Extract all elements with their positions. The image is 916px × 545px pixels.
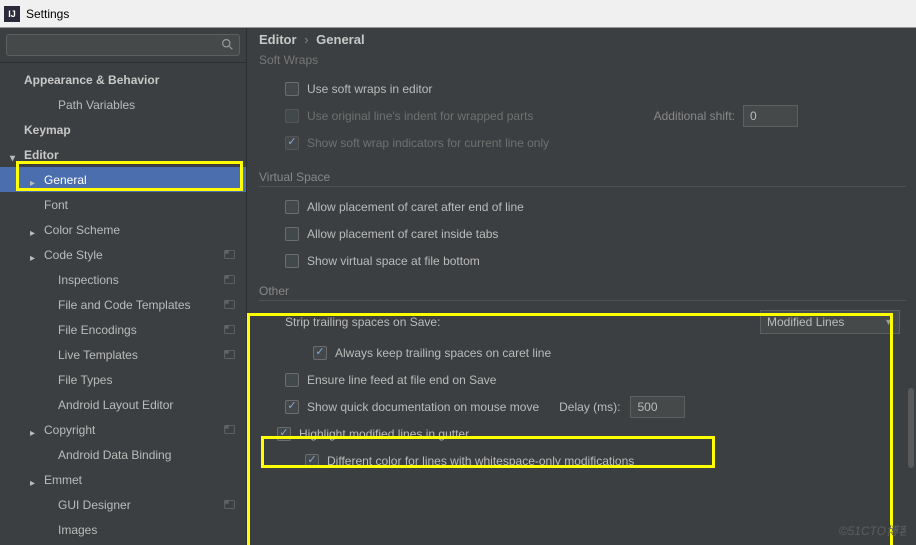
checkbox-icon[interactable] [313, 346, 327, 360]
sidebar-item-label: Appearance & Behavior [24, 73, 246, 87]
additional-shift-label: Additional shift: [654, 109, 735, 123]
opt-quick-doc[interactable]: Show quick documentation on mouse move D… [259, 393, 908, 420]
sidebar-item-file-types[interactable]: File Types [0, 367, 246, 392]
sidebar-item-color-scheme[interactable]: Color Scheme [0, 217, 246, 242]
sidebar-item-label: Font [44, 198, 246, 212]
opt-original-indent: Use original line's indent for wrapped p… [259, 102, 908, 129]
sidebar-item-label: Android Data Binding [58, 448, 246, 462]
sidebar-item-label: Path Variables [58, 98, 246, 112]
sidebar-item-keymap[interactable]: Keymap [0, 117, 246, 142]
opt-diff-color[interactable]: Different color for lines with whitespac… [259, 447, 908, 474]
sidebar-item-android-data-binding[interactable]: Android Data Binding [0, 442, 246, 467]
strip-spaces-select[interactable]: Modified Lines ▼ [760, 310, 900, 334]
project-scope-icon [223, 298, 236, 311]
sidebar-item-emmet[interactable]: Emmet [0, 467, 246, 492]
sidebar-item-label: Color Scheme [44, 223, 246, 237]
checkbox-icon[interactable] [285, 82, 299, 96]
search-input[interactable] [6, 34, 240, 56]
settings-content: Editor › General Soft Wraps Use soft wra… [247, 28, 916, 545]
chevron-down-icon: ▼ [884, 317, 893, 327]
sidebar-item-appearance-behavior[interactable]: Appearance & Behavior [0, 67, 246, 92]
sidebar-item-android-layout-editor[interactable]: Android Layout Editor [0, 392, 246, 417]
chevron-right-icon[interactable] [30, 425, 40, 435]
opt-highlight-gutter[interactable]: Highlight modified lines in gutter [259, 420, 908, 447]
project-scope-icon [223, 498, 236, 511]
sidebar-item-file-encodings[interactable]: File Encodings [0, 317, 246, 342]
project-scope-icon [223, 248, 236, 261]
sidebar: Appearance & Behavior Path Variables Keyma… [0, 28, 247, 545]
sidebar-item-general[interactable]: General [0, 167, 246, 192]
opt-show-indicators: Show soft wrap indicators for current li… [259, 129, 908, 156]
sidebar-item-live-templates[interactable]: Live Templates [0, 342, 246, 367]
sidebar-item-font[interactable]: Font [0, 192, 246, 217]
sidebar-item-label: Images [58, 523, 246, 537]
delay-input[interactable] [630, 396, 685, 418]
chevron-down-icon[interactable] [10, 150, 20, 160]
sidebar-item-label: File Encodings [58, 323, 223, 337]
scrollbar-vertical[interactable] [906, 88, 916, 545]
delay-label: Delay (ms): [559, 400, 620, 414]
project-scope-icon [223, 323, 236, 336]
chevron-right-icon[interactable] [30, 225, 40, 235]
checkbox-icon[interactable] [305, 454, 319, 468]
opt-vspace-bottom[interactable]: Show virtual space at file bottom [259, 247, 908, 274]
scrollbar-thumb[interactable] [908, 388, 914, 468]
sidebar-item-path-variables[interactable]: Path Variables [0, 92, 246, 117]
sidebar-item-label: File Types [58, 373, 246, 387]
sidebar-item-label: Emmet [44, 473, 246, 487]
opt-use-soft-wraps[interactable]: Use soft wraps in editor [259, 75, 908, 102]
checkbox-icon[interactable] [285, 400, 299, 414]
sidebar-item-label: Live Templates [58, 348, 223, 362]
sidebar-item-label: GUI Designer [58, 498, 223, 512]
sidebar-item-file-and-code-templates[interactable]: File and Code Templates [0, 292, 246, 317]
sidebar-item-code-style[interactable]: Code Style [0, 242, 246, 267]
breadcrumb-root[interactable]: Editor [259, 32, 297, 47]
sidebar-item-label: Editor [24, 148, 246, 162]
sidebar-item-inspections[interactable]: Inspections [0, 267, 246, 292]
sidebar-item-label: Inspections [58, 273, 223, 287]
search-icon [221, 38, 234, 51]
breadcrumb-leaf: General [316, 32, 364, 47]
sidebar-item-label: Copyright [44, 423, 223, 437]
opt-caret-eol[interactable]: Allow placement of caret after end of li… [259, 193, 908, 220]
sidebar-item-label: Keymap [24, 123, 246, 137]
chevron-right-icon[interactable] [30, 250, 40, 260]
sidebar-item-copyright[interactable]: Copyright [0, 417, 246, 442]
opt-keep-caret-spaces[interactable]: Always keep trailing spaces on caret lin… [259, 339, 908, 366]
sidebar-item-label: Code Style [44, 248, 223, 262]
checkbox-icon [285, 136, 299, 150]
sidebar-item-label: File and Code Templates [58, 298, 223, 312]
section-soft-wraps-title: Soft Wraps [259, 53, 908, 69]
sidebar-item-label: Android Layout Editor [58, 398, 246, 412]
sidebar-item-gui-designer[interactable]: GUI Designer [0, 492, 246, 517]
chevron-right-icon[interactable] [30, 475, 40, 485]
checkbox-icon[interactable] [285, 254, 299, 268]
app-logo-icon: IJ [4, 6, 20, 22]
opt-caret-tabs[interactable]: Allow placement of caret inside tabs [259, 220, 908, 247]
checkbox-icon[interactable] [285, 200, 299, 214]
section-other-title: Other [259, 284, 908, 301]
additional-shift-input[interactable] [743, 105, 798, 127]
project-scope-icon [223, 273, 236, 286]
project-scope-icon [223, 348, 236, 361]
sidebar-item-label: General [44, 173, 246, 187]
section-virtual-space-title: Virtual Space [259, 170, 908, 187]
breadcrumb: Editor › General [259, 32, 908, 47]
chevron-right-icon[interactable] [30, 175, 40, 185]
checkbox-icon[interactable] [285, 227, 299, 241]
strip-spaces-label: Strip trailing spaces on Save: [285, 315, 760, 329]
checkbox-icon[interactable] [285, 373, 299, 387]
checkbox-icon [285, 109, 299, 123]
settings-tree: Appearance & Behavior Path Variables Keyma… [0, 63, 246, 545]
chevron-right-icon: › [304, 32, 308, 47]
title-bar: IJ Settings [0, 0, 916, 28]
sidebar-item-images[interactable]: Images [0, 517, 246, 542]
sidebar-item-editor[interactable]: Editor [0, 142, 246, 167]
opt-ensure-lf[interactable]: Ensure line feed at file end on Save [259, 366, 908, 393]
project-scope-icon [223, 423, 236, 436]
checkbox-icon[interactable] [277, 427, 291, 441]
watermark: ©51CTO博客 [839, 522, 910, 539]
window-title: Settings [26, 7, 69, 21]
